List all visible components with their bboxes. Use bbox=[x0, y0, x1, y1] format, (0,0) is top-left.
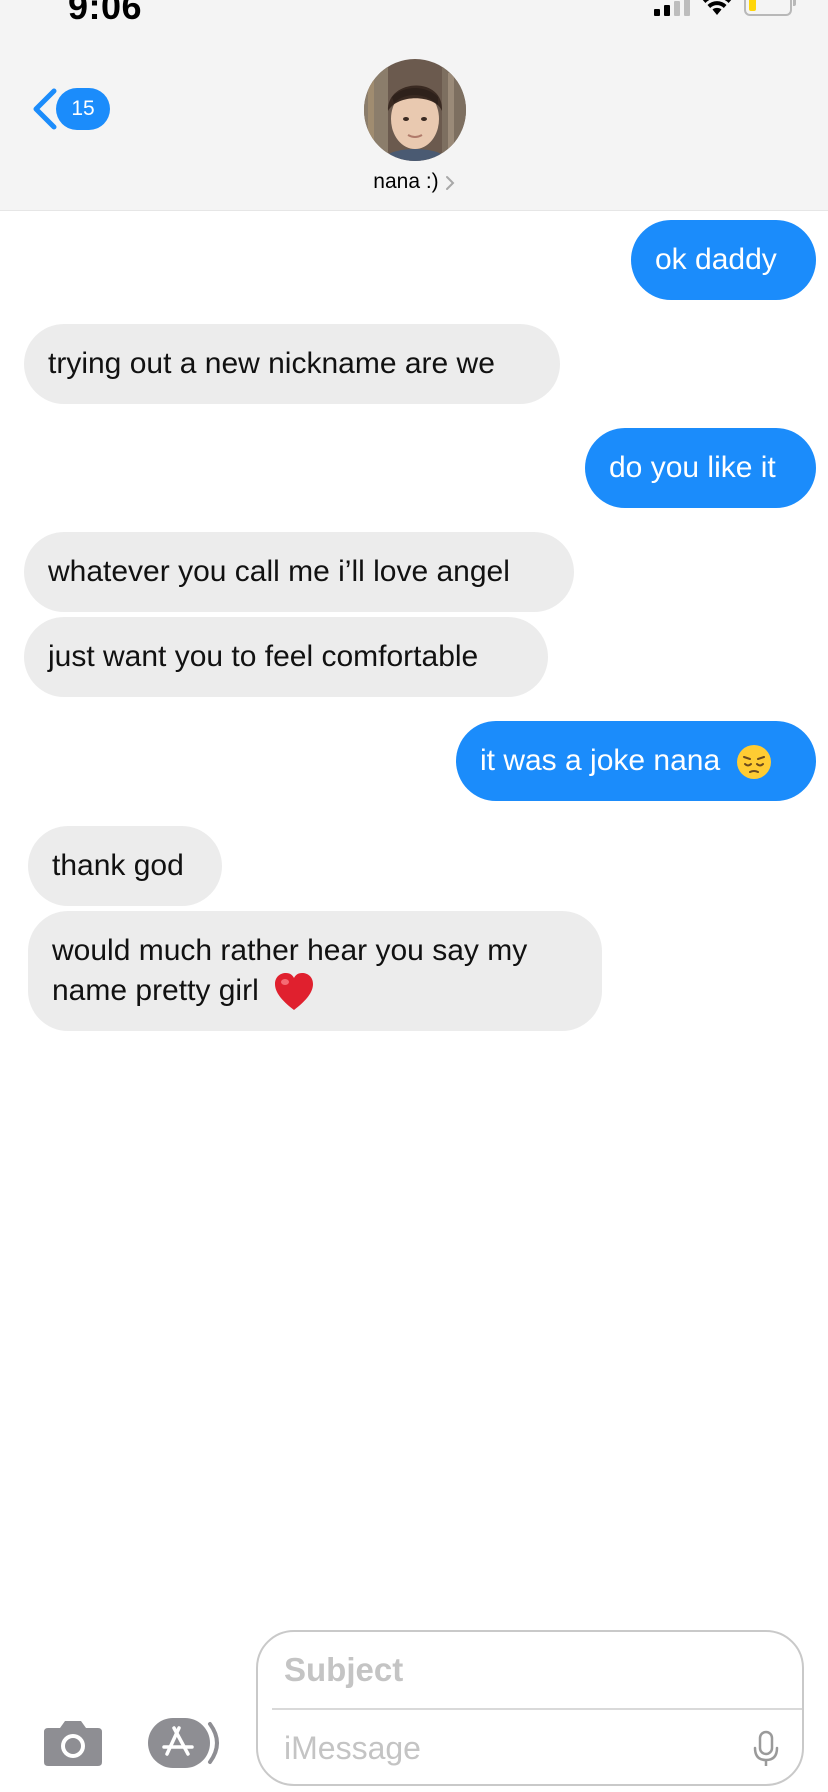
message-text: trying out a new nickname are we bbox=[48, 347, 495, 380]
message-text: ok daddy bbox=[655, 243, 777, 276]
conversation-header: 9:06 15 nana:) bbox=[0, 0, 828, 211]
camera-icon[interactable] bbox=[42, 1718, 104, 1768]
compose-divider bbox=[272, 1708, 802, 1710]
message-bubble-sent[interactable]: ok daddy bbox=[631, 220, 816, 300]
message-text-line: name pretty girl bbox=[52, 974, 259, 1007]
message-text: it was a joke nana bbox=[480, 744, 721, 777]
compose-box: Subject iMessage bbox=[256, 1630, 804, 1786]
message-text: whatever you call me i’ll love angel bbox=[48, 555, 510, 588]
message-bubble-received[interactable]: would much rather hear you say my name p… bbox=[28, 911, 602, 1031]
message-text: just want you to feel comfortable bbox=[48, 640, 479, 673]
message-text-row: name pretty girl bbox=[52, 971, 602, 1012]
contact-name-button[interactable]: nana :) bbox=[0, 170, 828, 194]
message-bubble-received[interactable]: whatever you call me i’ll love angel bbox=[24, 532, 574, 612]
message-bubble-sent[interactable]: it was a joke nana bbox=[456, 721, 816, 801]
imessage-input[interactable]: iMessage bbox=[284, 1720, 724, 1776]
status-icons bbox=[654, 0, 796, 24]
message-composer: Subject iMessage bbox=[0, 1620, 828, 1792]
red-heart-emoji bbox=[275, 973, 314, 1011]
battery-icon bbox=[744, 0, 796, 16]
app-store-icon[interactable] bbox=[146, 1716, 224, 1770]
message-bubble-received[interactable]: trying out a new nickname are we bbox=[24, 324, 560, 404]
microphone-icon[interactable] bbox=[752, 1730, 780, 1768]
back-button[interactable]: 15 bbox=[30, 87, 110, 131]
message-text: thank god bbox=[52, 849, 184, 882]
subject-field[interactable]: Subject bbox=[284, 1642, 764, 1698]
pensive-face-emoji bbox=[736, 745, 771, 780]
cellular-signal-icon bbox=[654, 0, 690, 16]
message-bubble-received[interactable]: just want you to feel comfortable bbox=[24, 617, 548, 697]
message-text-line: would much rather hear you say my bbox=[52, 934, 528, 967]
status-time: 9:06 bbox=[68, 0, 143, 27]
message-text-row: it was a joke nana bbox=[480, 741, 816, 781]
message-bubble-sent[interactable]: do you like it bbox=[585, 428, 816, 508]
contact-avatar[interactable] bbox=[364, 59, 466, 161]
message-text: do you like it bbox=[609, 451, 776, 484]
wifi-icon bbox=[702, 0, 732, 15]
chevron-right-icon bbox=[445, 176, 455, 190]
unread-count-badge: 15 bbox=[56, 88, 110, 130]
message-bubble-received[interactable]: thank god bbox=[28, 826, 222, 906]
contact-name: nana :) bbox=[373, 170, 439, 193]
